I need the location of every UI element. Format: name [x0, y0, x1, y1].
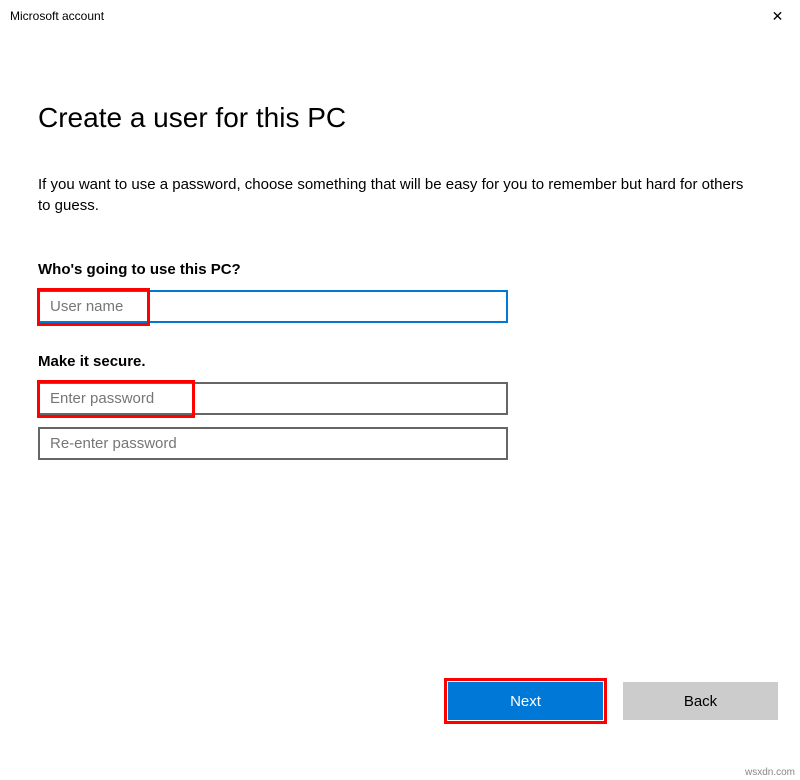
page-title: Create a user for this PC: [38, 102, 762, 134]
section-who: Who's going to use this PC?: [38, 261, 762, 323]
next-button[interactable]: Next: [448, 682, 603, 720]
password-field-wrap: [38, 382, 508, 415]
secure-label: Make it secure.: [38, 353, 762, 370]
who-label: Who's going to use this PC?: [38, 261, 762, 278]
reenter-password-field-wrap: [38, 427, 508, 460]
next-button-wrap: Next: [448, 682, 603, 720]
content-area: Create a user for this PC If you want to…: [0, 32, 800, 460]
titlebar: Microsoft account ✕: [0, 0, 800, 32]
username-field-wrap: [38, 290, 508, 323]
username-input[interactable]: [38, 290, 508, 323]
section-secure: Make it secure.: [38, 353, 762, 460]
watermark: wsxdn.com: [745, 767, 795, 778]
password-input[interactable]: [38, 382, 508, 415]
next-button-label: Next: [510, 693, 541, 710]
close-button[interactable]: ✕: [755, 0, 800, 32]
reenter-password-input[interactable]: [38, 427, 508, 460]
footer-buttons: Next Back: [448, 682, 778, 720]
page-description: If you want to use a password, choose so…: [38, 174, 758, 216]
back-button-label: Back: [684, 693, 717, 710]
back-button[interactable]: Back: [623, 682, 778, 720]
close-icon: ✕: [772, 8, 784, 25]
window-title: Microsoft account: [10, 9, 104, 23]
